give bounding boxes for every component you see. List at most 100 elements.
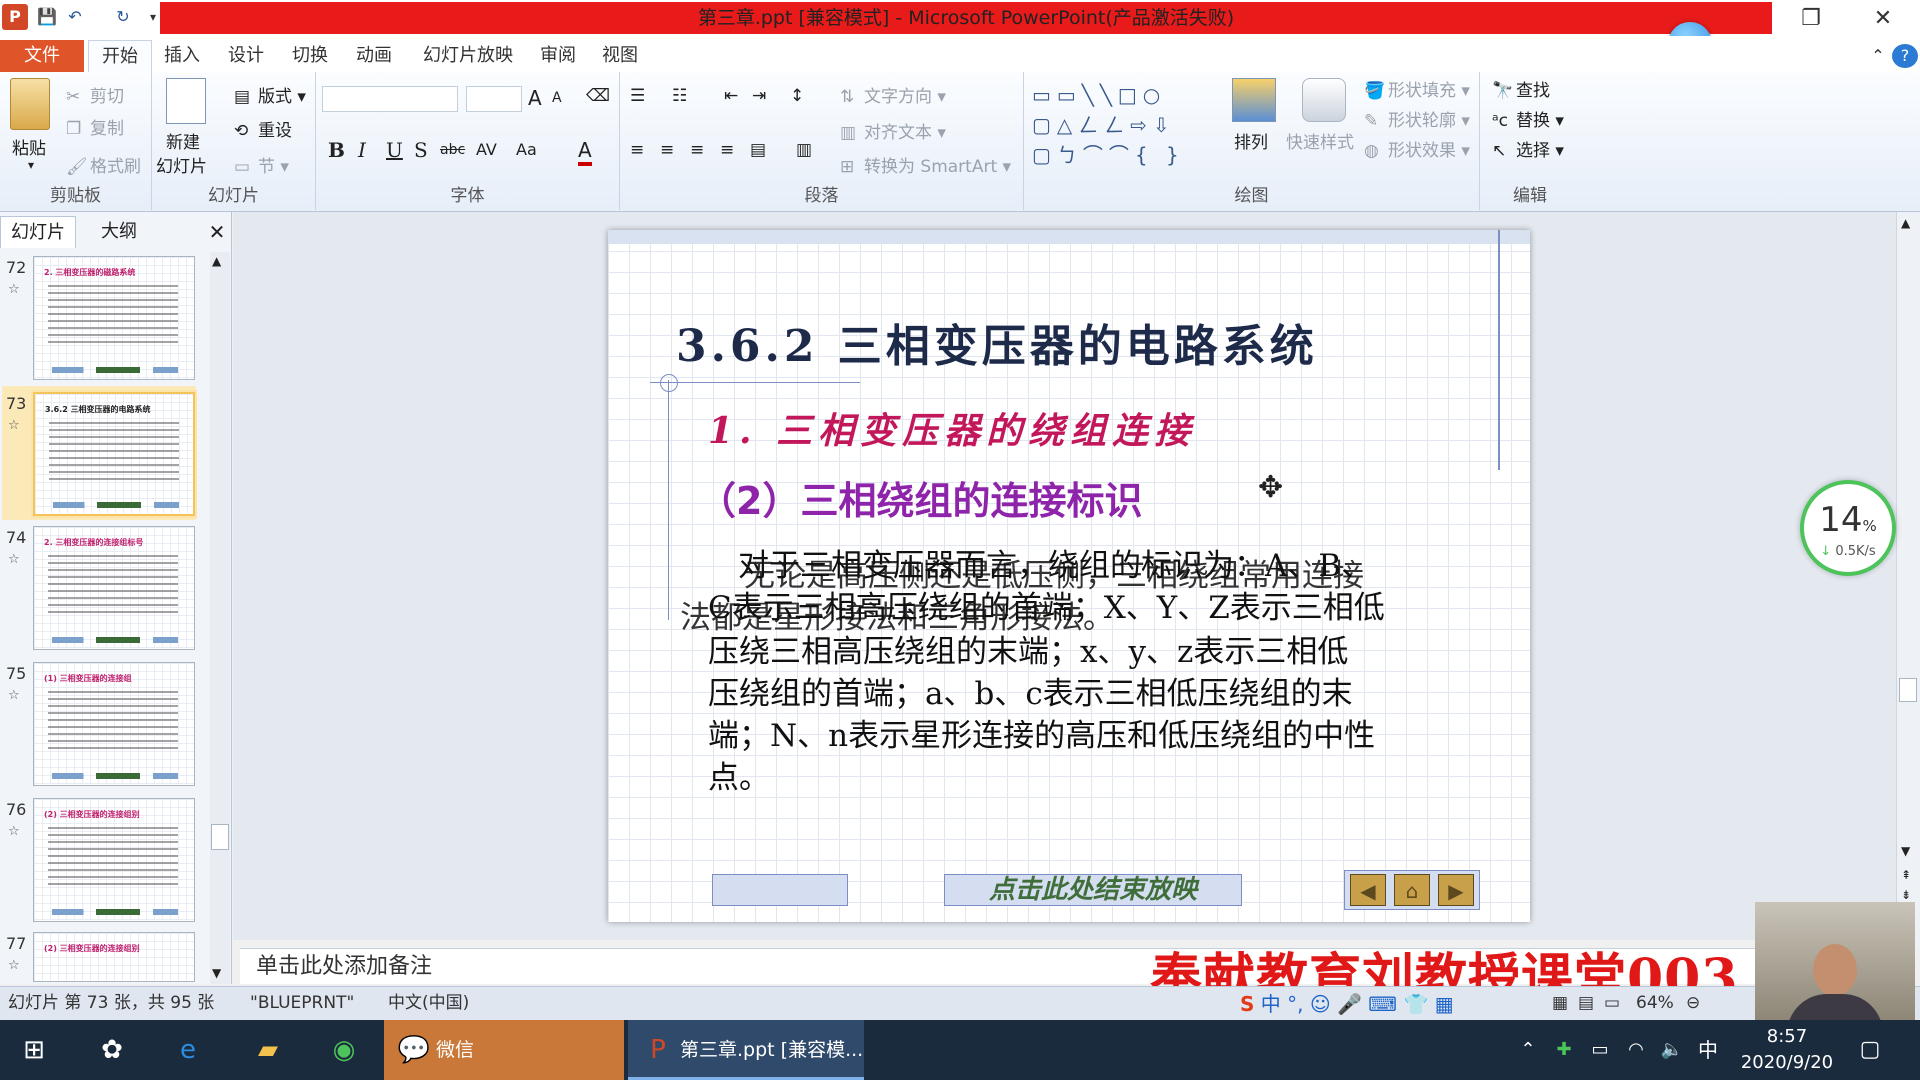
new-slide-button[interactable]: 新建 bbox=[166, 128, 200, 153]
font-color-button[interactable]: A bbox=[578, 138, 592, 166]
slide-thumbnail[interactable]: 2. 三相变压器的连接组标号 bbox=[33, 526, 195, 650]
tab-slideshow[interactable]: 幻灯片放映 bbox=[416, 40, 520, 72]
slide-thumbnail-selected[interactable]: 3.6.2 三相变压器的电路系统 bbox=[33, 392, 195, 516]
browser-360-icon[interactable]: ◉ bbox=[324, 1030, 364, 1070]
quick-styles-icon[interactable] bbox=[1302, 78, 1346, 122]
tab-design[interactable]: 设计 bbox=[224, 40, 268, 72]
tab-outline[interactable]: 大纲 bbox=[84, 216, 154, 248]
paste-icon[interactable] bbox=[10, 78, 50, 130]
cut-button[interactable]: ✂ 剪切 bbox=[66, 82, 124, 107]
decrease-indent-icon[interactable]: ⇤ bbox=[724, 86, 738, 106]
footer-date-box[interactable] bbox=[712, 874, 848, 906]
tray-battery-icon[interactable]: ▭ bbox=[1580, 1030, 1620, 1070]
slide-subheading-2[interactable]: （2）三相绕组的连接标识 bbox=[698, 470, 1142, 525]
shape-fill-button[interactable]: 🪣 形状填充 ▾ bbox=[1364, 76, 1470, 101]
language-status[interactable]: 中文(中国) bbox=[388, 987, 469, 1019]
previous-slide-icon[interactable]: ⇞ bbox=[1901, 868, 1911, 882]
numbering-icon[interactable]: ☷ bbox=[672, 86, 687, 106]
ie-browser-icon[interactable]: e bbox=[168, 1030, 208, 1070]
panel-scrollbar[interactable]: ▲ ▼ bbox=[210, 252, 230, 984]
scroll-thumb[interactable] bbox=[211, 824, 229, 850]
tab-home[interactable]: 开始 bbox=[88, 40, 152, 72]
body-line[interactable]: 端；N、n表示星形连接的高压和低压绕组的中性 bbox=[708, 710, 1375, 755]
new-slide-icon[interactable] bbox=[166, 78, 206, 124]
slide-thumbnail[interactable]: (2) 三相变压器的连接组别 bbox=[33, 932, 195, 982]
scroll-down-icon[interactable]: ▼ bbox=[212, 966, 221, 980]
tab-animations[interactable]: 动画 bbox=[352, 40, 396, 72]
tab-insert[interactable]: 插入 bbox=[160, 40, 204, 72]
scroll-thumb[interactable] bbox=[1899, 678, 1917, 702]
windows-start-icon[interactable]: ⊞ bbox=[14, 1030, 54, 1070]
justify-icon[interactable]: ≡ bbox=[720, 140, 734, 160]
slide-heading[interactable]: 3.6.2 三相变压器的电路系统 bbox=[676, 310, 1318, 374]
body-line[interactable]: 点。 bbox=[708, 752, 770, 797]
ime-toolbar[interactable]: S 中 °, ☺ 🎤 ⌨ 👕 ▦ bbox=[1240, 988, 1454, 1018]
grow-font-button[interactable]: A bbox=[528, 86, 542, 110]
increase-indent-icon[interactable]: ⇥ bbox=[752, 86, 766, 106]
minimize-ribbon-icon[interactable]: ⌃ bbox=[1866, 40, 1890, 72]
align-center-icon[interactable]: ≡ bbox=[660, 140, 674, 160]
quick-styles-button[interactable]: 快速样式 bbox=[1286, 128, 1354, 153]
align-text-button[interactable]: ▥ 对齐文本 ▾ bbox=[840, 118, 946, 143]
paste-button[interactable]: 粘贴 bbox=[12, 134, 46, 159]
home-icon[interactable]: ⌂ bbox=[1394, 874, 1430, 906]
underline-button[interactable]: U bbox=[386, 138, 403, 162]
slide-subheading-1[interactable]: 1. 三相变压器的绕组连接 bbox=[708, 402, 1196, 454]
text-direction-button[interactable]: ⇅ 文字方向 ▾ bbox=[840, 82, 946, 107]
shape-effects-button[interactable]: ◍ 形状效果 ▾ bbox=[1364, 136, 1470, 161]
new-slide-label-2[interactable]: 幻灯片 bbox=[156, 152, 207, 177]
convert-smartart-button[interactable]: ⊞ 转换为 SmartArt ▾ bbox=[840, 152, 1011, 177]
shadow-button[interactable]: S bbox=[414, 138, 428, 162]
tab-transitions[interactable]: 切换 bbox=[288, 40, 332, 72]
save-icon[interactable]: 💾 bbox=[34, 4, 60, 30]
editor-scrollbar[interactable]: ▲ ▼ ⇞ ⇟ bbox=[1896, 212, 1920, 948]
char-spacing-button[interactable]: AV bbox=[476, 140, 497, 159]
tab-review[interactable]: 审阅 bbox=[536, 40, 580, 72]
tab-slides[interactable]: 幻灯片 bbox=[0, 216, 76, 248]
arrange-button[interactable]: 排列 bbox=[1234, 128, 1268, 153]
format-painter-button[interactable]: 🖌 格式刷 bbox=[66, 152, 141, 177]
normal-view-icon[interactable]: ▦ bbox=[1552, 987, 1568, 1019]
copy-button[interactable]: ❐ 复制 bbox=[66, 114, 124, 139]
zoom-level[interactable]: 64% bbox=[1636, 987, 1674, 1019]
help-icon[interactable]: ? bbox=[1892, 44, 1918, 68]
bold-button[interactable]: B bbox=[328, 138, 345, 162]
body-line[interactable]: 压绕组的首端；a、b、c表示三相低压绕组的末 bbox=[708, 668, 1353, 713]
tab-view[interactable]: 视图 bbox=[598, 40, 642, 72]
redo-icon[interactable]: ↻ bbox=[110, 4, 136, 30]
shapes-gallery[interactable]: ▭▭╲╲□○ ▢△ㄥㄥ⇨⇩ ▢ㄅ⌒⌒{ } bbox=[1032, 80, 1212, 172]
next-slide-icon[interactable]: ⇟ bbox=[1901, 888, 1911, 902]
shrink-font-button[interactable]: A bbox=[552, 90, 562, 106]
slide-canvas[interactable]: 3.6.2 三相变压器的电路系统 1. 三相变压器的绕组连接 （2）三相绕组的连… bbox=[608, 230, 1530, 922]
theme-status[interactable]: "BLUEPRNT" bbox=[250, 987, 354, 1019]
slide-thumbnail[interactable]: (2) 三相变压器的连接组别 bbox=[33, 798, 195, 922]
strikethrough-button[interactable]: abc bbox=[440, 142, 465, 158]
font-name-select[interactable] bbox=[322, 86, 458, 112]
tray-volume-icon[interactable]: 🔈 bbox=[1652, 1030, 1692, 1070]
file-explorer-icon[interactable]: ▰ bbox=[248, 1030, 288, 1070]
slide-thumbnail[interactable]: (1) 三相变压器的连接组 bbox=[33, 662, 195, 786]
scroll-down-icon[interactable]: ▼ bbox=[1901, 844, 1910, 858]
slide-sorter-icon[interactable]: ▤ bbox=[1578, 987, 1594, 1019]
change-case-button[interactable]: Aa bbox=[516, 140, 537, 159]
tray-security-icon[interactable]: ✚ bbox=[1544, 1030, 1584, 1070]
columns-icon[interactable]: ▥ bbox=[796, 140, 812, 160]
select-button[interactable]: ↖ 选择 ▾ bbox=[1492, 136, 1564, 161]
align-right-icon[interactable]: ≡ bbox=[690, 140, 704, 160]
ime-indicator[interactable]: 中 bbox=[1688, 1030, 1728, 1070]
close-panel-icon[interactable]: ✕ bbox=[206, 216, 228, 248]
line-spacing-icon[interactable]: ↕ bbox=[790, 86, 804, 106]
bullets-icon[interactable]: ☰ bbox=[630, 86, 645, 106]
restore-window-button[interactable]: ❐ bbox=[1786, 4, 1836, 34]
italic-button[interactable]: I bbox=[358, 138, 366, 162]
close-window-button[interactable]: ✕ bbox=[1858, 4, 1908, 34]
prev-arrow-icon[interactable]: ◀ bbox=[1350, 874, 1386, 906]
app-icon-pinwheel[interactable]: ✿ bbox=[92, 1030, 132, 1070]
notification-icon[interactable]: ▢ bbox=[1850, 1030, 1890, 1070]
scroll-up-icon[interactable]: ▲ bbox=[212, 254, 221, 268]
font-size-select[interactable] bbox=[466, 86, 522, 112]
distribute-icon[interactable]: ▤ bbox=[750, 140, 766, 160]
find-button[interactable]: 🔭 查找 bbox=[1492, 76, 1550, 101]
zoom-out-icon[interactable]: ⊖ bbox=[1686, 987, 1700, 1019]
reading-view-icon[interactable]: ▭ bbox=[1604, 987, 1620, 1019]
